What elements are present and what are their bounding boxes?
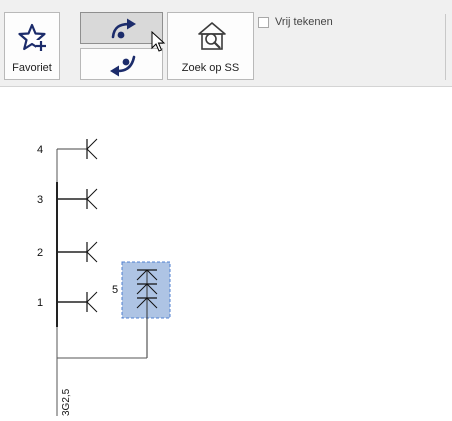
circuit-number-1: 1 bbox=[37, 297, 43, 309]
circuit-number-2: 2 bbox=[37, 247, 43, 259]
house-search-icon bbox=[198, 22, 226, 50]
toolbar-separator bbox=[445, 14, 446, 80]
vrij-tekenen-checkbox[interactable] bbox=[258, 17, 269, 28]
vrij-tekenen-label: Vrij tekenen bbox=[275, 16, 333, 28]
circuit-number-3: 3 bbox=[37, 194, 43, 206]
favoriet-label: Favoriet bbox=[12, 62, 52, 74]
toolbar: Favoriet Zoek op SS Vrij tekenen bbox=[0, 0, 452, 87]
cable-label: 3G2,5 bbox=[61, 388, 72, 416]
mouse-cursor-icon bbox=[151, 31, 166, 52]
route-back-icon bbox=[110, 55, 136, 77]
circuit-number-5: 5 bbox=[112, 284, 118, 296]
circuit-branch-4[interactable] bbox=[57, 138, 98, 160]
circuit-branch-1[interactable] bbox=[57, 291, 98, 313]
circuit-branch-3[interactable] bbox=[57, 188, 98, 210]
route-forward-icon bbox=[111, 18, 136, 39]
circuit-5-selected-group[interactable] bbox=[121, 261, 171, 358]
star-add-icon bbox=[18, 23, 46, 51]
zoek-op-ss-button[interactable]: Zoek op SS bbox=[167, 12, 254, 80]
circuit-number-4: 4 bbox=[37, 144, 43, 156]
zoek-op-ss-label: Zoek op SS bbox=[181, 62, 240, 74]
drawing-canvas[interactable]: 4 3 2 1 5 3G2,5 bbox=[0, 87, 452, 416]
favoriet-button[interactable]: Favoriet bbox=[4, 12, 60, 80]
circuit-diagram: 4 3 2 1 5 3G2,5 bbox=[37, 138, 171, 416]
circuit-branch-2[interactable] bbox=[57, 241, 98, 263]
